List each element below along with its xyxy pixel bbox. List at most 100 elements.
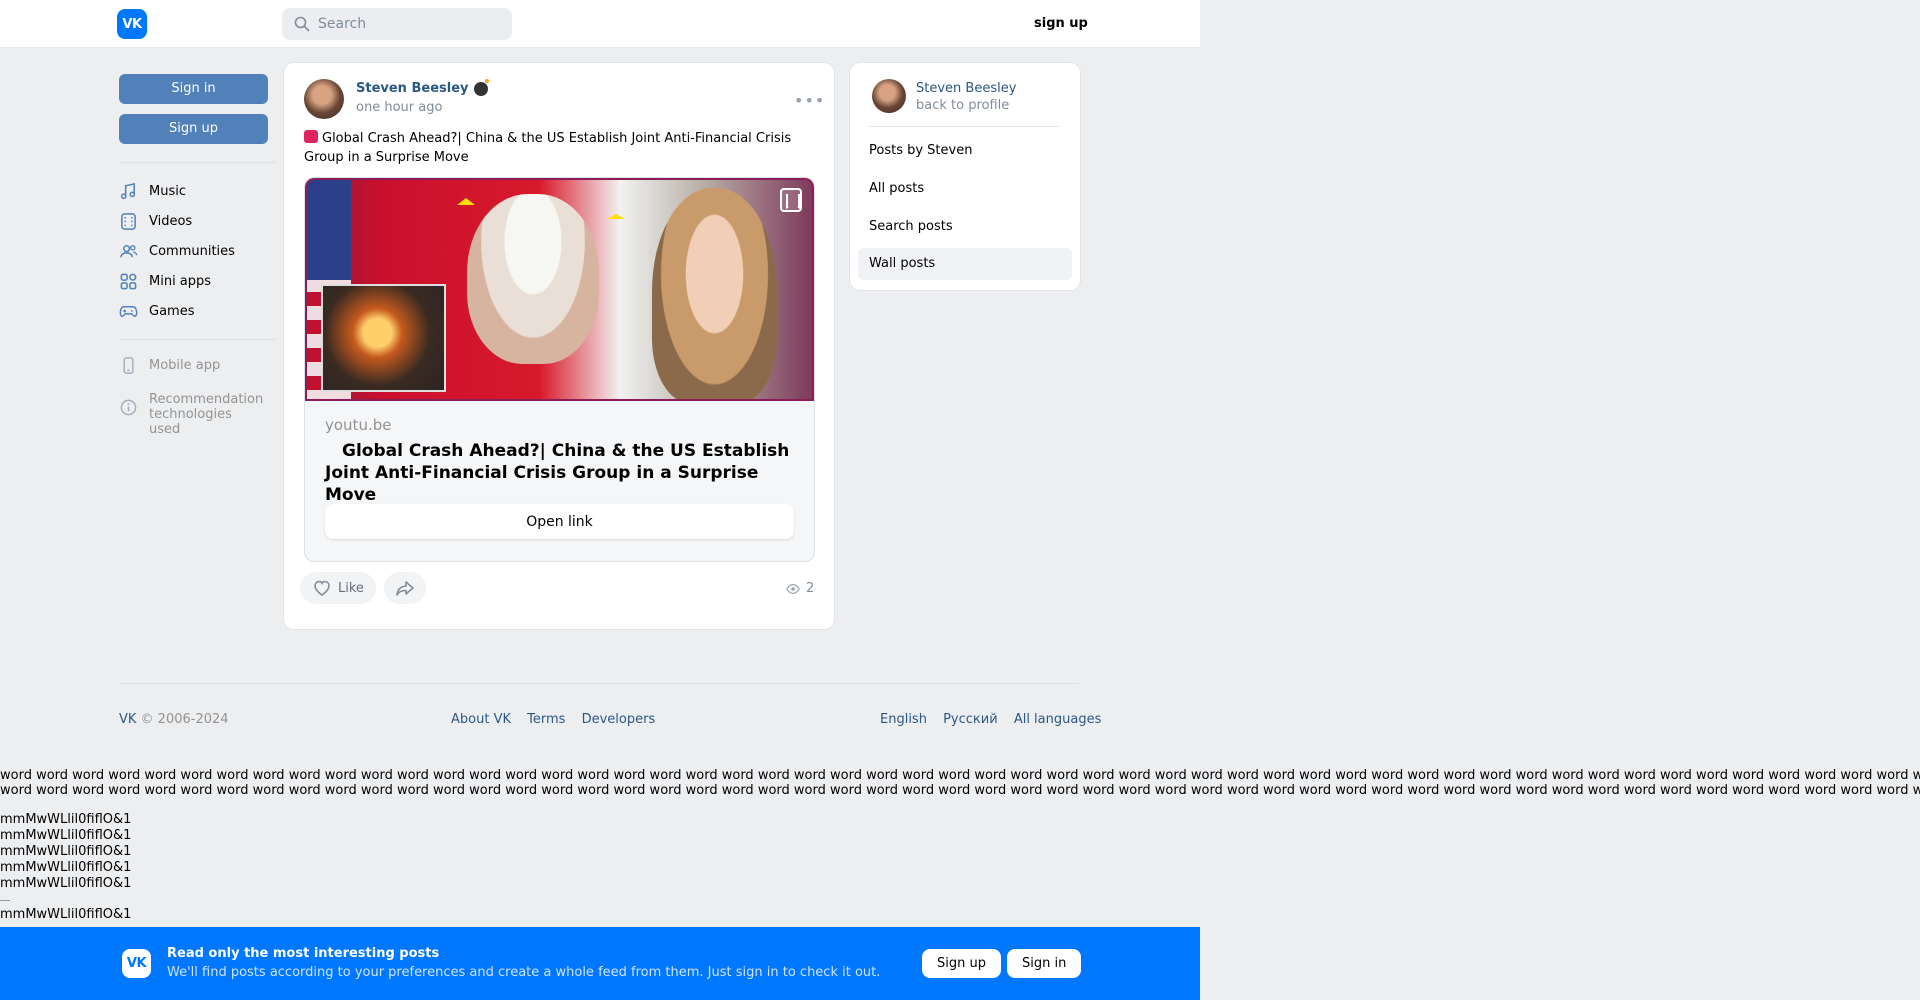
flag-star (607, 214, 625, 219)
nav-item-label: Videos (149, 213, 193, 229)
profile-avatar[interactable] (872, 79, 906, 113)
left-nav: Sign in Sign up Music Videos Communities… (119, 74, 276, 437)
recommendation-label: Recommendation technologies used (149, 392, 267, 437)
recommendation-line-2: technologies used (149, 407, 232, 437)
nav-item-label: Games (149, 303, 195, 319)
mini-apps-icon (120, 273, 137, 289)
search-box[interactable] (282, 8, 512, 40)
footer-divider (119, 683, 1079, 684)
video-thumbnail[interactable] (305, 178, 814, 401)
language-russian-link[interactable]: Русский (943, 712, 998, 727)
post-author[interactable]: Steven Beesley (356, 78, 489, 96)
like-button[interactable]: Like (300, 572, 376, 604)
word-line: word word word word word word word word … (0, 768, 1920, 783)
alert-emoji-icon (304, 130, 318, 143)
signup-button[interactable]: Sign up (119, 114, 268, 144)
search-icon (294, 16, 310, 32)
vk-logo[interactable]: VK (117, 9, 147, 39)
bookmark-icon[interactable] (780, 188, 802, 212)
nav-item-label: Music (149, 183, 186, 199)
music-icon (120, 182, 136, 199)
banner-subtitle: We'll find posts according to your prefe… (167, 965, 881, 980)
search-input[interactable] (318, 16, 498, 32)
heart-icon (314, 580, 330, 596)
nav-item-label: Communities (149, 243, 235, 259)
glyph-line: mmMwWLlil0fiflO&1 (0, 844, 132, 859)
footer-links: About VK Terms Developers (451, 712, 667, 727)
host-portrait (652, 188, 777, 399)
post-author-name[interactable]: Steven Beesley (356, 81, 469, 96)
signup-banner: VK Read only the most interesting posts … (0, 927, 1200, 1000)
nav-item-games[interactable]: Games (119, 296, 267, 326)
footer-developers-link[interactable]: Developers (582, 712, 656, 727)
games-icon (119, 305, 138, 317)
raw-text-block: word word word word word word word word … (0, 768, 1920, 798)
share-button[interactable] (383, 572, 426, 604)
panel-divider (868, 126, 1060, 127)
like-label: Like (338, 580, 364, 596)
post-card: Steven Beesley one hour ago ••• Global C… (284, 63, 834, 629)
nav-item-mobile-app[interactable]: Mobile app (119, 350, 267, 380)
footer-terms-link[interactable]: Terms (527, 712, 565, 727)
more-options-icon[interactable]: ••• (794, 93, 825, 109)
nav-item-videos[interactable]: Videos (119, 206, 267, 236)
profile-posts-panel: Steven Beesley back to profile Posts by … (850, 63, 1080, 290)
footer-copyright-text: © 2006-2024 (136, 712, 229, 727)
post-text: Global Crash Ahead?| China & the US Esta… (304, 129, 818, 167)
nav-item-recommendation-tech[interactable]: Recommendation technologies used (119, 392, 267, 437)
post-actions: Like (300, 572, 426, 604)
banner-signin-button[interactable]: Sign in (1007, 949, 1082, 978)
top-header: VK sign up (0, 0, 1200, 48)
nav-divider (119, 162, 276, 163)
glyph-lines: mmMwWLlil0fiflO&1 mmMwWLlil0fiflO&1 mmMw… (0, 812, 131, 923)
share-icon (396, 581, 414, 596)
post-text-content: Global Crash Ahead?| China & the US Esta… (304, 131, 792, 165)
glyph-line: mmMwWLlil0fiflO&1 (0, 860, 132, 875)
link-domain: youtu.be (325, 416, 392, 434)
open-link-button[interactable]: Open link (325, 504, 794, 539)
flag-star (457, 198, 475, 205)
header-signup-link[interactable]: sign up (1034, 16, 1088, 31)
link-title[interactable]: Global Crash Ahead?| China & the US Esta… (325, 440, 795, 506)
menu-item-posts-by-steven[interactable]: Posts by Steven (858, 135, 1072, 167)
all-languages-link[interactable]: All languages (1014, 712, 1102, 727)
flag-canton (307, 180, 351, 280)
post-time[interactable]: one hour ago (356, 100, 442, 115)
burning-money-inset (321, 284, 446, 392)
menu-item-search-posts[interactable]: Search posts (858, 211, 1072, 243)
signin-button[interactable]: Sign in (119, 74, 268, 104)
footer-about-link[interactable]: About VK (451, 712, 511, 727)
eye-icon (786, 583, 800, 594)
banner-signup-button[interactable]: Sign up (922, 949, 1001, 978)
language-english-link[interactable]: English (880, 712, 927, 727)
author-avatar[interactable] (304, 79, 344, 119)
nav-item-label: Mini apps (149, 273, 212, 289)
footer-copyright: VK © 2006-2024 (119, 712, 229, 727)
communities-icon (120, 244, 138, 257)
small-rule (0, 900, 10, 901)
glyph-line: mmMwWLlil0fiflO&1 (0, 907, 132, 922)
profile-name[interactable]: Steven Beesley (916, 81, 1016, 96)
speaker-portrait (467, 194, 599, 364)
nav-item-mini-apps[interactable]: Mini apps (119, 266, 267, 296)
glyph-line: mmMwWLlil0fiflO&1 (0, 876, 132, 891)
mobile-phone-icon (123, 356, 134, 374)
link-attachment[interactable]: youtu.be Global Crash Ahead?| China & th… (304, 177, 815, 562)
bomb-emoji-icon (473, 78, 489, 96)
view-count-value: 2 (806, 581, 815, 596)
back-to-profile-link[interactable]: back to profile (916, 98, 1009, 113)
view-count: 2 (786, 581, 814, 596)
nav-item-label: Mobile app (149, 357, 221, 373)
glyph-line: mmMwWLlil0fiflO&1 (0, 812, 132, 827)
nav-item-music[interactable]: Music (119, 176, 267, 206)
video-icon (121, 212, 136, 230)
nav-divider (119, 339, 276, 340)
footer-vk-link[interactable]: VK (119, 712, 136, 727)
word-line: word word word word word word word word … (0, 783, 1920, 798)
menu-item-wall-posts[interactable]: Wall posts (858, 248, 1072, 280)
menu-item-all-posts[interactable]: All posts (858, 173, 1072, 205)
footer-languages: English Русский All languages (880, 712, 1101, 727)
nav-item-communities[interactable]: Communities (119, 236, 267, 266)
info-icon (120, 399, 137, 416)
vk-logo: VK (122, 949, 151, 978)
